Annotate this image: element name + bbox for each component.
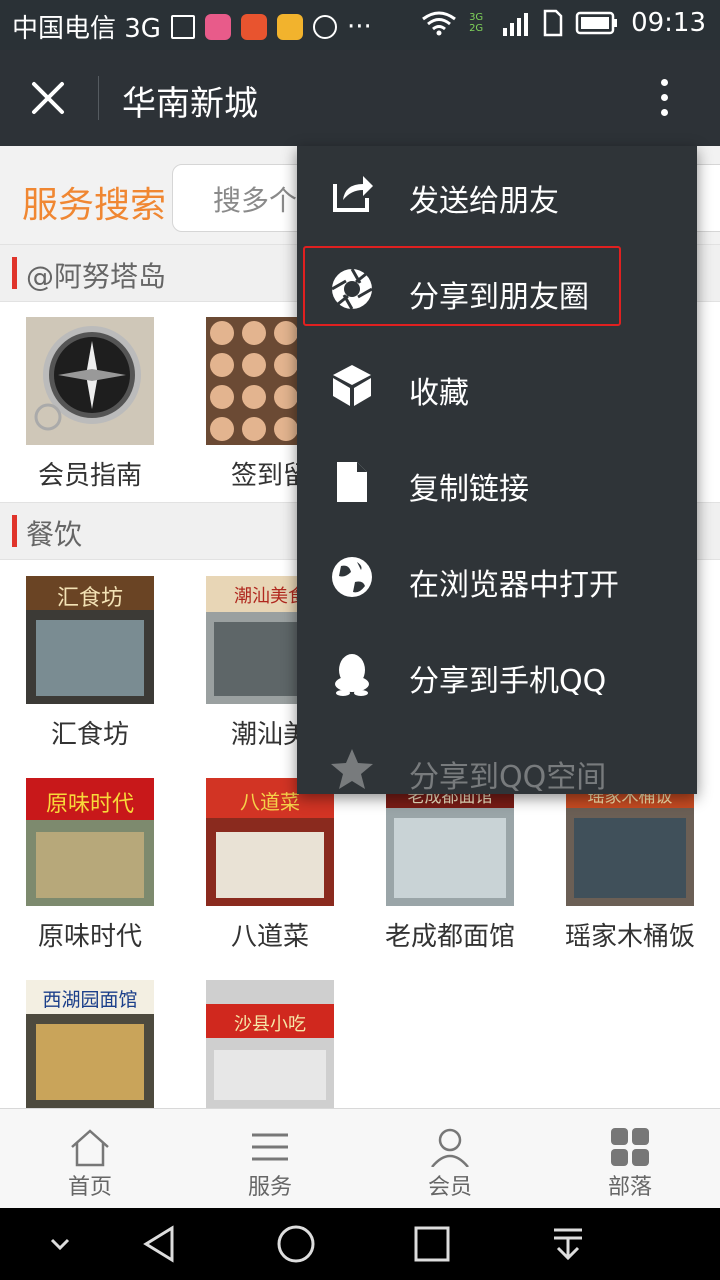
search-label: 服务搜索	[22, 185, 167, 226]
more-notifications: ···	[346, 11, 372, 42]
tile-caption: 原味时代	[37, 922, 142, 952]
store-sign: 沙县小吃	[234, 1014, 306, 1035]
storefront-image: 原味时代	[26, 778, 154, 906]
notification-pull-icon[interactable]	[548, 1224, 588, 1264]
grid-icon	[611, 1128, 649, 1166]
copy-icon	[337, 462, 367, 502]
home-circle-icon[interactable]	[276, 1224, 316, 1264]
clock: 09:13	[631, 8, 706, 38]
section-title: @阿努塔岛	[26, 260, 167, 293]
restaurant-tile[interactable]: 原味时代 原味时代	[0, 762, 180, 952]
signal-icon	[503, 13, 529, 36]
tile-caption: 瑶家木桶饭	[564, 922, 695, 952]
tab-label: 首页	[67, 1175, 112, 1200]
tab-label: 服务	[247, 1175, 292, 1200]
menu-item-label: 分享到手机QQ	[409, 664, 607, 699]
storefront-image: 瑶家木桶饭	[566, 778, 694, 906]
app-notification-icon	[204, 13, 231, 40]
menu-item-label: 收藏	[409, 376, 469, 411]
menu-item-share-qq[interactable]: 分享到手机QQ	[297, 626, 697, 722]
menu-item-label: 在浏览器中打开	[409, 568, 619, 603]
search-placeholder: 搜多个	[213, 184, 298, 217]
tab-tribe[interactable]: 部落	[540, 1109, 720, 1209]
back-icon[interactable]	[140, 1224, 180, 1264]
tab-home[interactable]: 首页	[0, 1109, 180, 1209]
menu-item-label: 复制链接	[409, 472, 529, 507]
store-sign: 原味时代	[45, 792, 134, 817]
section-marker	[12, 257, 17, 289]
title-bar: 华南新城	[0, 50, 720, 146]
tile-caption: 会员指南	[37, 461, 142, 491]
menu-item-share-moments[interactable]: 分享到朋友圈	[297, 242, 697, 338]
store-sign: 汇食坊	[56, 586, 123, 611]
network-type-badge: 3G 2G	[469, 12, 484, 34]
tile-caption: 老成都面馆	[384, 922, 515, 952]
sim-icon	[543, 9, 563, 37]
bottom-tab-bar: 首页 服务 会员 部落	[0, 1108, 720, 1209]
section-title: 餐饮	[26, 518, 83, 551]
tab-label: 部落	[607, 1175, 652, 1200]
gallery-icon	[170, 14, 195, 39]
storefront-image: 沙县小吃	[206, 980, 334, 1108]
menu-item-favorite[interactable]: 收藏	[297, 338, 697, 434]
menu-item-send-to-friend[interactable]: 发送给朋友	[297, 146, 697, 242]
qq-icon	[335, 654, 369, 696]
person-icon	[431, 1128, 469, 1167]
tab-services[interactable]: 服务	[180, 1109, 360, 1209]
store-sign: 西湖园面馆	[42, 989, 138, 1011]
storefront-image: 老成都面馆	[386, 778, 514, 906]
status-bar: 中国电信 3G ··· 3G 2G 09:13	[0, 0, 720, 50]
share-menu: 发送给朋友 分享到朋友圈 收藏 复制链接 在浏览器中打开 分享到手机QQ 分享到…	[297, 146, 697, 794]
more-options-icon[interactable]	[650, 74, 678, 124]
restaurant-tile[interactable]: 西湖园面馆	[0, 964, 180, 1108]
close-icon[interactable]	[22, 72, 74, 124]
tab-member[interactable]: 会员	[360, 1109, 540, 1209]
storefront-image: 八道菜	[206, 778, 334, 906]
star-icon	[331, 749, 373, 789]
menu-item-label: 分享到QQ空间	[409, 760, 607, 794]
app-s-icon	[240, 13, 267, 40]
app-color-icon	[276, 13, 303, 40]
tab-label: 会员	[427, 1175, 472, 1200]
section-marker	[12, 515, 17, 547]
menu-item-share-qzone[interactable]: 分享到QQ空间	[297, 722, 697, 794]
menu-item-copy-link[interactable]: 复制链接	[297, 434, 697, 530]
restaurant-tile[interactable]: 汇食坊 汇食坊	[0, 560, 180, 750]
menu-item-open-browser[interactable]: 在浏览器中打开	[297, 530, 697, 626]
storefront-image: 西湖园面馆	[26, 980, 154, 1108]
menu-item-label: 发送给朋友	[409, 184, 559, 219]
compass-image	[26, 317, 154, 445]
share-icon	[333, 176, 373, 212]
restaurant-tile[interactable]: 沙县小吃	[180, 964, 360, 1108]
service-tile[interactable]: 会员指南	[0, 301, 180, 491]
chevron-down-icon[interactable]	[40, 1224, 80, 1264]
page-title: 华南新城	[122, 84, 258, 124]
recents-icon[interactable]	[412, 1224, 452, 1264]
wifi-icon	[422, 11, 456, 36]
sync-icon	[312, 14, 337, 39]
highlight-box	[303, 246, 621, 326]
carrier-label: 中国电信 3G	[12, 14, 161, 44]
title-divider	[98, 76, 99, 120]
globe-icon	[332, 557, 372, 597]
system-navigation-bar	[0, 1208, 720, 1280]
storefront-image: 汇食坊	[26, 576, 154, 704]
tile-caption: 汇食坊	[50, 720, 129, 750]
home-icon	[71, 1129, 109, 1167]
list-icon	[252, 1133, 288, 1161]
tile-caption: 八道菜	[230, 922, 309, 952]
battery-icon	[575, 11, 618, 35]
cube-icon	[333, 365, 371, 406]
